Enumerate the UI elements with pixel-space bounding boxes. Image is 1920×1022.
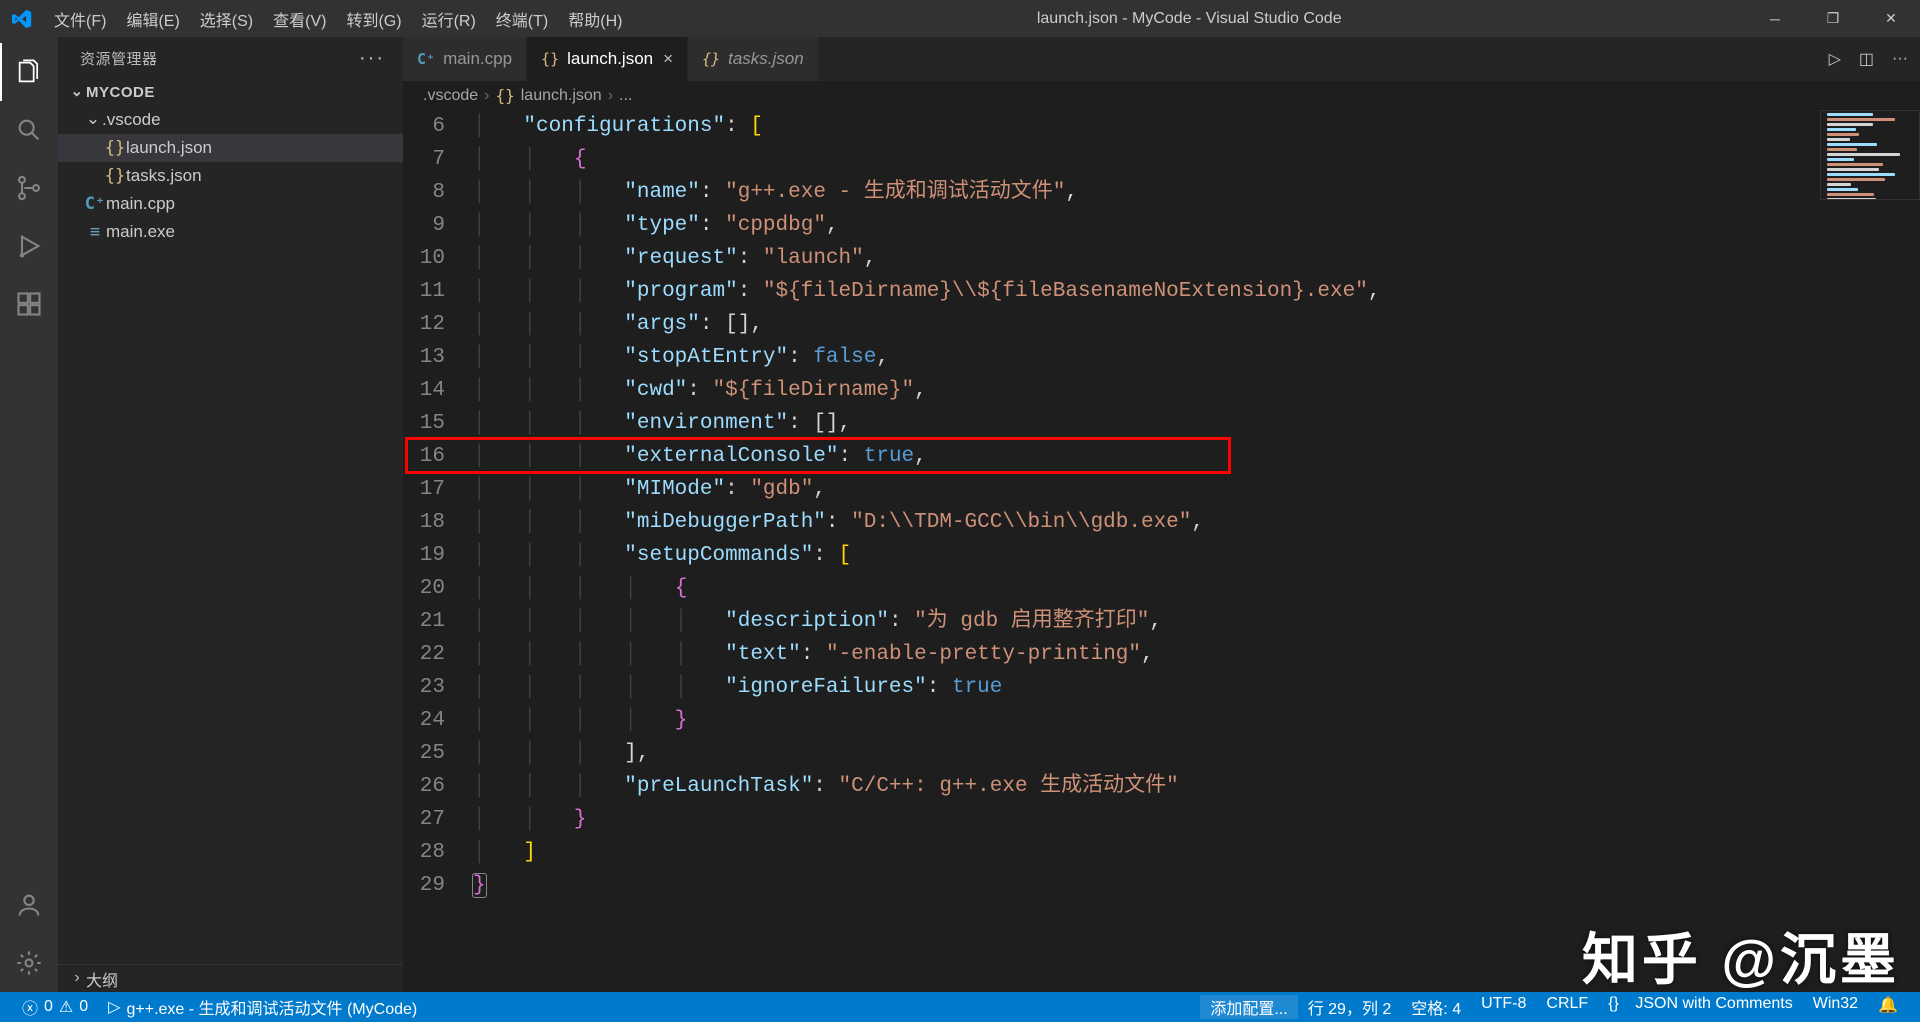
breadcrumbs[interactable]: .vscode› {}launch.json› ... [403, 81, 1920, 110]
tree-file[interactable]: {}tasks.json [58, 162, 403, 190]
explorer-sidebar: 资源管理器 ··· MYCODE .vscode{}launch.json{}t… [58, 37, 403, 992]
status-indent[interactable]: 空格: 4 [1401, 995, 1471, 1019]
tree-file[interactable]: C⁺main.cpp [58, 190, 403, 218]
tab-file-icon: C⁺ [417, 50, 435, 68]
status-eol[interactable]: CRLF [1536, 995, 1598, 1013]
tab-file-icon: {} [702, 50, 720, 68]
editor-tabs: C⁺main.cpp{}launch.json×{}tasks.json ▷ ◫… [403, 37, 1920, 81]
activity-account-icon[interactable] [0, 876, 58, 934]
menu-item[interactable]: 选择(S) [190, 7, 263, 31]
more-actions-icon[interactable]: ··· [1892, 50, 1908, 68]
warning-icon: ⚠ [59, 997, 73, 1017]
status-encoding[interactable]: UTF-8 [1471, 995, 1536, 1013]
tree-folder[interactable]: .vscode [58, 106, 403, 134]
editor-tab[interactable]: {}launch.json× [527, 37, 688, 81]
activity-bar [0, 37, 58, 992]
split-editor-icon[interactable]: ◫ [1859, 49, 1874, 69]
maximize-button[interactable]: ❐ [1804, 0, 1862, 37]
tree-file[interactable]: {}launch.json [58, 134, 403, 162]
error-icon: ⓧ [22, 995, 38, 1019]
activity-settings-icon[interactable] [0, 934, 58, 992]
file-tree: MYCODE .vscode{}launch.json{}tasks.jsonC… [58, 78, 403, 246]
code-editor[interactable]: 6789101112131415161718192021222324252627… [403, 110, 1920, 992]
file-icon: {} [104, 166, 126, 186]
menu-item[interactable]: 运行(R) [412, 7, 486, 31]
file-icon: ≡ [84, 222, 106, 242]
menu-item[interactable]: 编辑(E) [116, 7, 189, 31]
file-icon: {} [104, 138, 126, 158]
sidebar-title: 资源管理器 [80, 48, 158, 69]
editor-area: C⁺main.cpp{}launch.json×{}tasks.json ▷ ◫… [403, 37, 1920, 992]
tab-file-icon: {} [541, 50, 559, 68]
tab-actions: ▷ ◫ ··· [1829, 37, 1920, 81]
code-content[interactable]: │ "configurations": [│ │ {│ │ │ "name": … [473, 110, 1920, 992]
tab-close-icon[interactable]: × [663, 49, 673, 69]
status-add-config[interactable]: 添加配置... [1200, 995, 1297, 1019]
menu-bar: 文件(F)编辑(E)选择(S)查看(V)转到(G)运行(R)终端(T)帮助(H) [44, 7, 632, 31]
debug-icon: ▷ [108, 997, 120, 1017]
sidebar-more-icon[interactable]: ··· [359, 47, 385, 70]
status-launch-config[interactable]: ▷g++.exe - 生成和调试活动文件 (MyCode) [98, 992, 427, 1022]
run-icon[interactable]: ▷ [1829, 49, 1841, 69]
minimize-button[interactable]: ─ [1746, 0, 1804, 37]
menu-item[interactable]: 文件(F) [44, 7, 116, 31]
menu-item[interactable]: 帮助(H) [558, 7, 632, 31]
activity-search-icon[interactable] [0, 101, 58, 159]
activity-source-control-icon[interactable] [0, 159, 58, 217]
menu-item[interactable]: 查看(V) [263, 7, 336, 31]
title-bar: 文件(F)编辑(E)选择(S)查看(V)转到(G)运行(R)终端(T)帮助(H)… [0, 0, 1920, 37]
close-button[interactable]: ✕ [1862, 0, 1920, 37]
activity-run-debug-icon[interactable] [0, 217, 58, 275]
activity-extensions-icon[interactable] [0, 275, 58, 333]
activity-explorer-icon[interactable] [0, 43, 58, 101]
outline-section[interactable]: 大纲 [58, 964, 403, 992]
status-os[interactable]: Win32 [1803, 995, 1868, 1013]
menu-item[interactable]: 转到(G) [336, 7, 411, 31]
window-controls: ─ ❐ ✕ [1746, 0, 1920, 37]
editor-tab[interactable]: {}tasks.json [688, 37, 819, 81]
line-gutter: 6789101112131415161718192021222324252627… [403, 110, 473, 992]
menu-item[interactable]: 终端(T) [486, 7, 558, 31]
minimap[interactable] [1820, 110, 1920, 200]
status-notifications-icon[interactable]: 🔔 [1868, 995, 1908, 1015]
status-problems[interactable]: ⓧ0 ⚠0 [12, 992, 98, 1022]
window-title: launch.json - MyCode - Visual Studio Cod… [632, 10, 1746, 28]
tree-file[interactable]: ≡main.exe [58, 218, 403, 246]
status-language[interactable]: {} JSON with Comments [1598, 995, 1803, 1013]
vscode-logo-icon [0, 9, 44, 29]
sidebar-header: 资源管理器 ··· [58, 37, 403, 78]
editor-tab[interactable]: C⁺main.cpp [403, 37, 527, 81]
status-bar: ⓧ0 ⚠0 ▷g++.exe - 生成和调试活动文件 (MyCode) 添加配置… [0, 992, 1920, 1022]
tree-root[interactable]: MYCODE [58, 78, 403, 106]
status-line-col[interactable]: 行 29，列 2 [1298, 995, 1402, 1019]
file-icon: C⁺ [84, 194, 106, 214]
